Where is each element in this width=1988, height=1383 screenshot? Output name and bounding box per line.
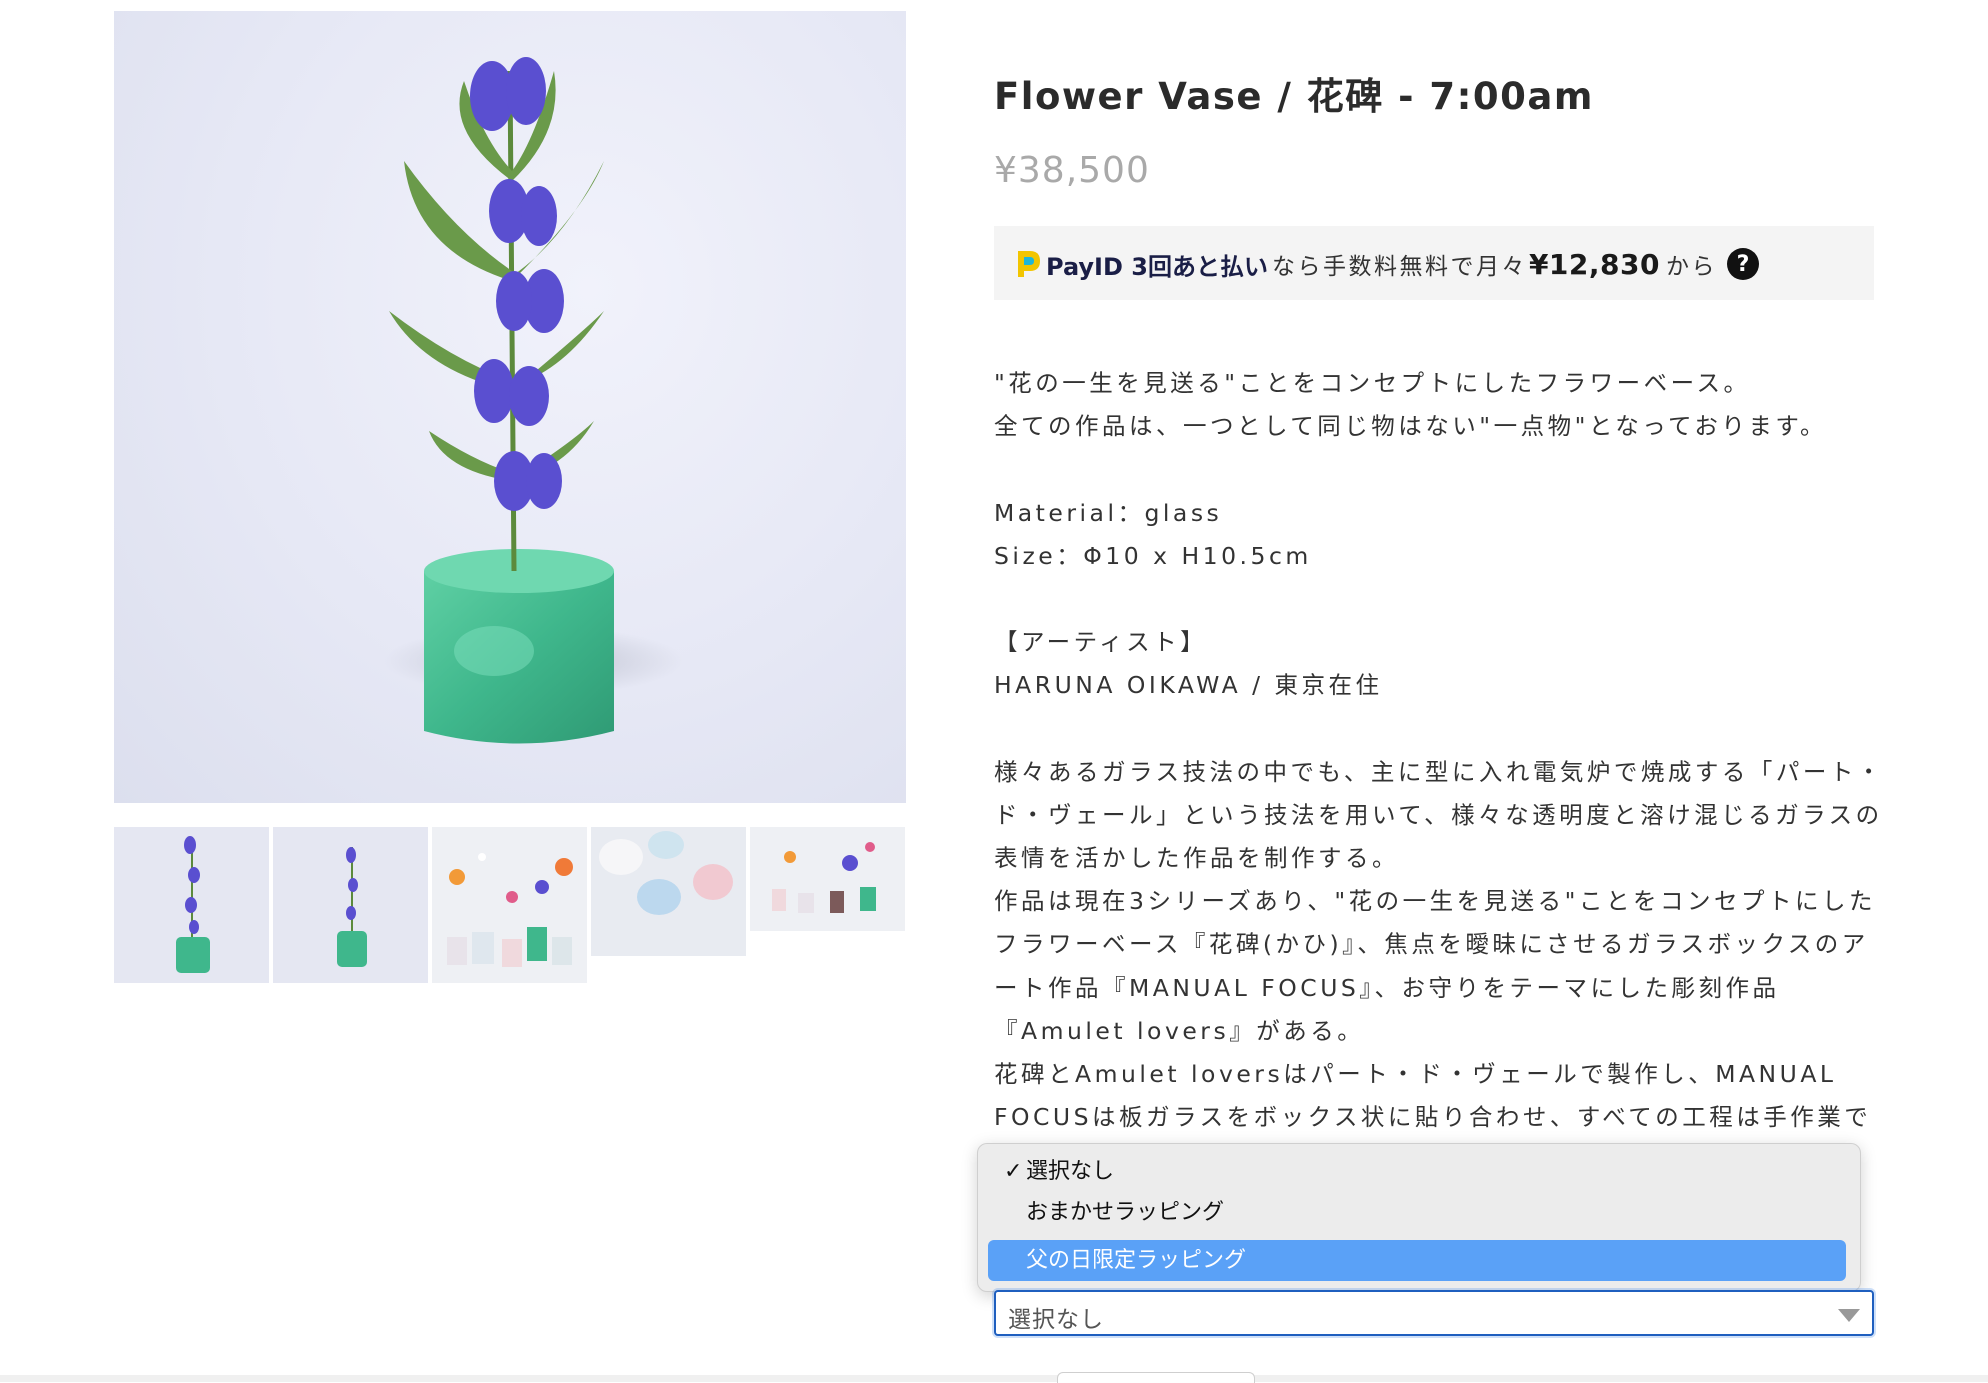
description-line: "花の一生を見送る"ことをコンセプトにしたフラワーベース。 xyxy=(994,369,1751,397)
product-description: "花の一生を見送る"ことをコンセプトにしたフラワーベース。 全ての作品は、一つと… xyxy=(994,362,1894,1134)
thumbnail-2[interactable] xyxy=(273,827,428,983)
description-line: 【アーティスト】 xyxy=(994,628,1208,657)
thumbnail-collection-photo xyxy=(447,853,573,967)
option-omakase-wrapping[interactable]: おまかせラッピング xyxy=(988,1192,1846,1233)
help-icon[interactable]: ? xyxy=(1726,248,1759,280)
description-line: HARUNA OIKAWA / 東京在住 xyxy=(994,671,1383,700)
option-fathers-day-wrapping[interactable]: 父の日限定ラッピング xyxy=(988,1240,1846,1281)
vase-photo xyxy=(384,57,684,744)
main-product-image[interactable] xyxy=(114,11,906,803)
thumbnail-4[interactable] xyxy=(591,827,746,956)
product-title: Flower Vase / 花碑 - 7:00am xyxy=(994,75,1594,118)
description-line: ート作品『MANUAL FOCUS』、お守りをテーマにした彫刻作品 xyxy=(994,973,1780,1002)
description-line: 『Amulet lovers』がある。 xyxy=(994,1016,1365,1045)
payid-text-after: から xyxy=(1665,254,1717,280)
description-line: 作品は現在3シリーズあり、"花の一生を見送る"ことをコンセプトにした xyxy=(994,887,1876,916)
thumbnail-gallery xyxy=(114,827,906,983)
wrapping-options-popup: ✓ 選択なし おまかせラッピング 父の日限定ラッピング xyxy=(977,1143,1861,1292)
thumbnail-1[interactable] xyxy=(114,827,269,983)
payid-logo-icon xyxy=(1018,251,1040,277)
payid-monthly-amount: ¥12,830 xyxy=(1528,247,1660,281)
option-label: おまかせラッピング xyxy=(1026,1200,1225,1225)
thumbnail-vases-photo xyxy=(599,831,733,915)
select-current-value: 選択なし xyxy=(1008,1307,1104,1333)
description-line xyxy=(994,708,1894,751)
description-line xyxy=(994,448,1894,491)
thumbnail-3[interactable] xyxy=(432,827,587,983)
description-line xyxy=(994,578,1894,621)
thumbnail-5[interactable] xyxy=(750,827,905,931)
description-line: 様々あるガラス技法の中でも、主に型に入れ電気炉で焼成する「パート・ xyxy=(994,757,1884,786)
description-line: 花碑とAmulet loversはパート・ド・ヴェールで製作し、MANUAL xyxy=(994,1060,1837,1088)
thumbnail-collection-photo xyxy=(772,842,876,913)
description-line: ド・ヴェール」という技法を用いて、様々な透明度と溶け混じるガラスの xyxy=(994,800,1883,829)
description-line: 表情を活かした作品を制作する。 xyxy=(994,844,1399,873)
wrapping-select[interactable]: 選択なし xyxy=(994,1290,1874,1336)
checkmark-icon: ✓ xyxy=(1004,1159,1023,1184)
bottom-divider xyxy=(0,1375,1988,1382)
payid-banner[interactable]: PayID 3回あと払い なら手数料無料で月々 ¥12,830 から ? xyxy=(994,226,1874,300)
option-label: 父の日限定ラッピング xyxy=(1026,1248,1247,1273)
option-label: 選択なし xyxy=(1026,1159,1115,1184)
dropdown-arrow-icon xyxy=(1838,1309,1860,1322)
thumbnail-vase-photo xyxy=(176,836,210,973)
description-line: Size：Φ10 x H10.5cm xyxy=(994,541,1312,570)
description-line: FOCUSは板ガラスをボックス状に貼り合わせ、すべての工程は手作業で xyxy=(994,1103,1872,1132)
description-line: フラワーベース『花碑(かひ)』、焦点を曖昧にさせるガラスボックスのア xyxy=(994,930,1869,959)
thumbnail-vase-photo xyxy=(337,847,367,967)
product-price: ¥38,500 xyxy=(994,150,1150,191)
bottom-button-edge[interactable] xyxy=(1057,1372,1255,1383)
payid-text-before: なら手数料無料で月々 xyxy=(1271,254,1527,280)
description-line: 全ての作品は、一つとして同じ物はない"一点物"となっております。 xyxy=(994,412,1827,441)
description-line: Material：glass xyxy=(994,498,1223,527)
payid-brand: PayID 3回あと払い xyxy=(1046,252,1268,281)
option-no-selection[interactable]: ✓ 選択なし xyxy=(988,1151,1846,1192)
